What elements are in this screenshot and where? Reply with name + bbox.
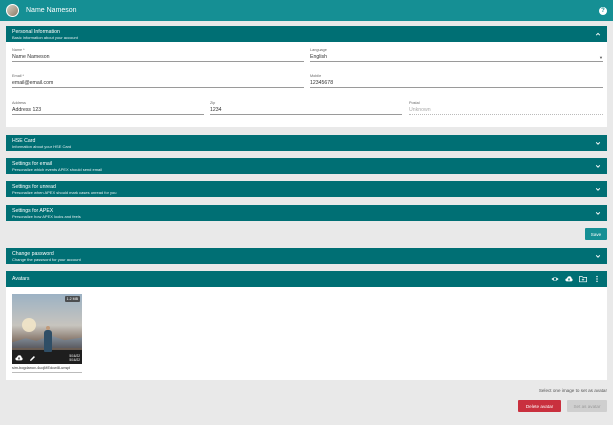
help-icon[interactable]: ? xyxy=(599,6,607,15)
save-button[interactable]: Save xyxy=(585,228,607,240)
user-name: Name Nameson xyxy=(26,7,77,14)
folder-add-icon[interactable] xyxy=(579,275,587,283)
address-field[interactable]: Address Address 123 xyxy=(12,101,204,115)
set-avatar-button[interactable]: Set as avatar xyxy=(567,400,607,412)
language-value: English xyxy=(310,53,328,60)
section-subtitle: Personalize when APEX should mark cases … xyxy=(12,189,117,195)
user-avatar[interactable] xyxy=(6,4,19,17)
personal-info-header[interactable]: Personal Information Basic information a… xyxy=(6,26,607,42)
chevron-down-icon[interactable] xyxy=(595,210,601,216)
section-subtitle: Basic information about your account xyxy=(12,34,78,40)
section-hse-card[interactable]: HSE Card Information about your HSE Card xyxy=(6,135,607,151)
email-input[interactable]: email@email.com xyxy=(12,79,304,88)
filename-divider xyxy=(12,372,82,373)
name-input[interactable]: Name Nameson xyxy=(12,53,304,62)
eye-icon[interactable] xyxy=(551,275,559,283)
section-subtitle: Personalize which events APEX should sen… xyxy=(12,166,103,172)
dropdown-arrow-icon: ▼ xyxy=(599,54,603,60)
file-date-created: 5/16/22 xyxy=(69,358,80,362)
avatars-header: Avatars xyxy=(6,271,607,287)
section-change-password[interactable]: Change password Change the password for … xyxy=(6,248,607,264)
chevron-down-icon[interactable] xyxy=(595,163,601,169)
cloud-upload-icon[interactable] xyxy=(15,354,23,362)
delete-avatar-button[interactable]: Delete avatar xyxy=(518,400,561,412)
zip-input[interactable]: 1234 xyxy=(210,106,402,115)
address-input[interactable]: Address 123 xyxy=(12,106,204,115)
language-field[interactable]: Language English ▼ xyxy=(310,48,603,62)
section-email-settings[interactable]: Settings for email Personalize which eve… xyxy=(6,158,607,174)
avatar-filename: sim-bogdanov-4uojMEdcwI8-unspl xyxy=(12,366,71,370)
cloud-upload-icon[interactable] xyxy=(565,275,573,283)
chevron-down-icon[interactable] xyxy=(595,253,601,259)
chevron-up-icon[interactable] xyxy=(595,31,601,37)
avatar-thumbnail[interactable]: 1.2 MB 5/16/22 5/16/22 xyxy=(12,294,82,364)
name-field[interactable]: Name * Name Nameson xyxy=(12,48,304,62)
file-dates: 5/16/22 5/16/22 xyxy=(69,354,80,362)
edit-pencil-icon[interactable] xyxy=(29,355,36,362)
avatars-title: Avatars xyxy=(12,276,30,282)
avatar-hint-text: Select one image to set as avatar xyxy=(538,388,607,393)
mobile-field[interactable]: Mobile 12345678 xyxy=(310,74,603,88)
email-field[interactable]: Email * email@email.com xyxy=(12,74,304,88)
chevron-down-icon[interactable] xyxy=(595,186,601,192)
file-size-badge: 1.2 MB xyxy=(64,296,80,302)
section-unread-settings[interactable]: Settings for unread Personalize when APE… xyxy=(6,181,607,197)
avatars-panel xyxy=(6,287,607,380)
section-apex-settings[interactable]: Settings for APEX Personalize how APEX l… xyxy=(6,205,607,221)
more-vert-icon[interactable] xyxy=(593,275,601,283)
postal-value: Unknown xyxy=(409,106,603,115)
top-bar: Name Nameson ? xyxy=(0,0,613,21)
language-select[interactable]: English ▼ xyxy=(310,53,603,62)
postal-field: Postal Unknown xyxy=(409,101,603,115)
chevron-down-icon[interactable] xyxy=(595,140,601,146)
mobile-input[interactable]: 12345678 xyxy=(310,79,603,88)
section-subtitle: Information about your HSE Card xyxy=(12,143,72,149)
section-subtitle: Change the password for your account xyxy=(12,256,81,262)
zip-field[interactable]: Zip 1234 xyxy=(210,101,402,115)
section-subtitle: Personalize how APEX looks and feels xyxy=(12,213,81,219)
